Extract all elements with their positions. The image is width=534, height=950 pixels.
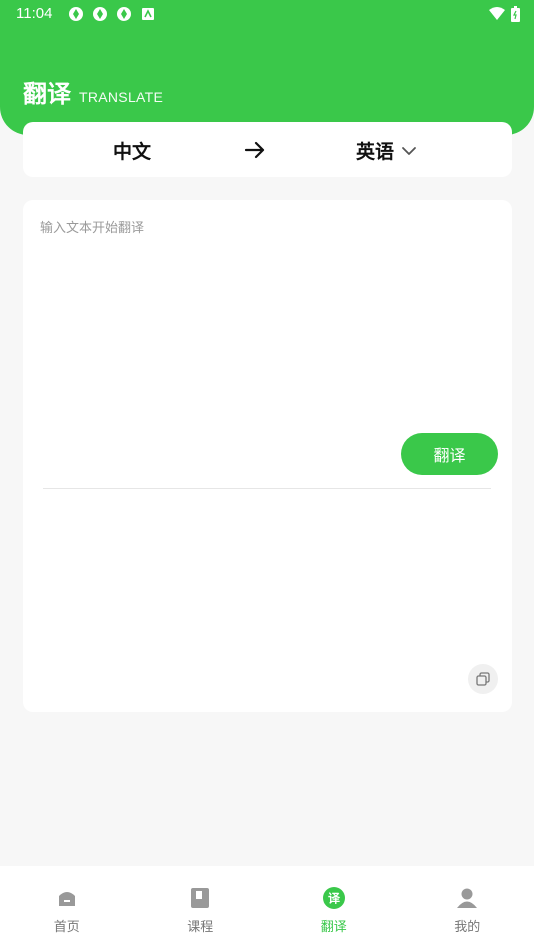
battery-icon bbox=[511, 6, 520, 22]
book-icon bbox=[188, 886, 212, 910]
tab-translate[interactable]: 译 翻译 bbox=[267, 866, 401, 950]
tab-label: 翻译 bbox=[320, 920, 347, 935]
system-icons bbox=[489, 6, 520, 22]
notification-icon bbox=[117, 7, 131, 21]
svg-text:译: 译 bbox=[328, 892, 341, 906]
page-title-group: 翻译 TRANSLATE bbox=[23, 74, 163, 109]
translate-icon: 译 bbox=[322, 886, 346, 910]
copy-button[interactable] bbox=[468, 664, 498, 694]
home-icon bbox=[55, 886, 79, 910]
page-title: 翻译 bbox=[23, 80, 71, 108]
tab-home[interactable]: 首页 bbox=[0, 866, 134, 950]
header-bar: 11:04 翻译 TRANSLATE bbox=[0, 0, 534, 135]
arrow-right-icon[interactable] bbox=[243, 138, 267, 162]
user-icon bbox=[455, 886, 479, 910]
notification-icon bbox=[93, 7, 107, 21]
notification-icons bbox=[68, 6, 156, 22]
tab-label: 首页 bbox=[53, 920, 80, 935]
tab-profile[interactable]: 我的 bbox=[401, 866, 534, 950]
status-bar: 11:04 bbox=[0, 0, 534, 28]
copy-icon bbox=[476, 672, 490, 686]
language-selector-card: 中文 英语 bbox=[23, 122, 512, 177]
tab-label: 我的 bbox=[454, 920, 481, 935]
wifi-icon bbox=[489, 7, 505, 20]
status-time: 11:04 bbox=[16, 5, 53, 22]
bottom-tab-bar: 首页 课程 译 翻译 我的 bbox=[0, 866, 534, 950]
chevron-down-icon bbox=[402, 146, 416, 155]
divider bbox=[43, 488, 491, 489]
app-notification-icon bbox=[142, 8, 154, 20]
page-subtitle: TRANSLATE bbox=[79, 89, 164, 105]
translate-card: 翻译 bbox=[23, 200, 512, 712]
target-language-dropdown[interactable]: 英语 bbox=[356, 137, 418, 164]
source-text-input[interactable] bbox=[40, 217, 495, 417]
notification-icon bbox=[69, 7, 83, 21]
tab-course[interactable]: 课程 bbox=[134, 866, 268, 950]
translate-button[interactable]: 翻译 bbox=[401, 433, 498, 475]
tab-label: 课程 bbox=[187, 920, 214, 935]
source-language[interactable]: 中文 bbox=[113, 137, 151, 164]
target-language: 英语 bbox=[356, 141, 395, 163]
